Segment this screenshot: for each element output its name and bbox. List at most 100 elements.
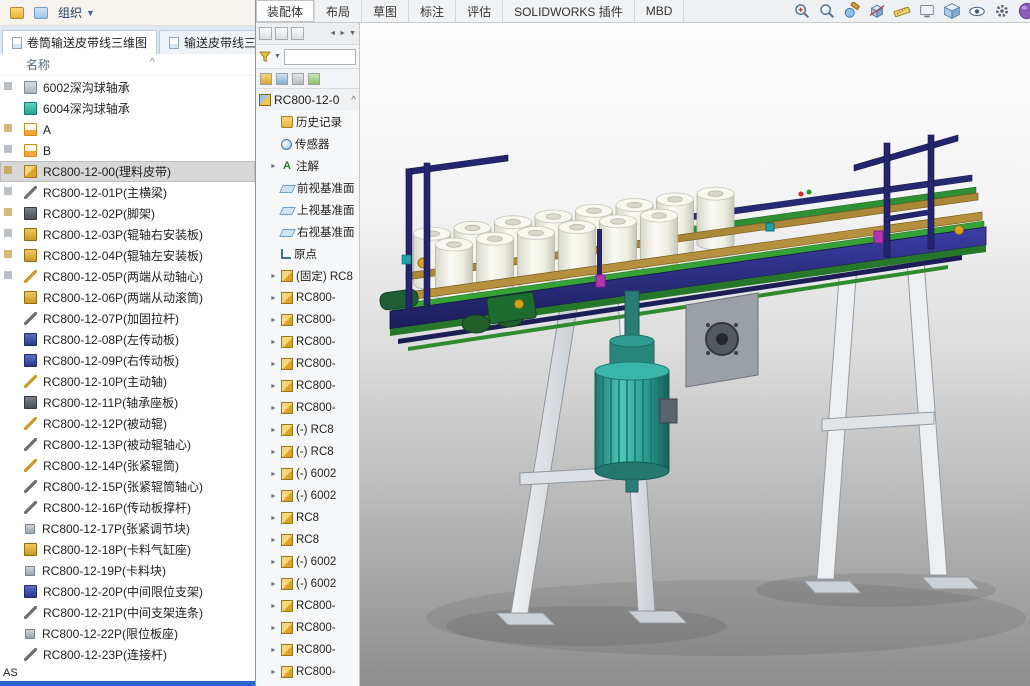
list-item[interactable]: RC800-12-19P(卡料块)	[0, 560, 255, 581]
list-item[interactable]: RC800-12-11P(轴承座板)	[0, 392, 255, 413]
tree-display-icon[interactable]	[275, 27, 288, 40]
list-item[interactable]: RC800-12-00(理料皮带)	[0, 161, 255, 182]
edit-appearance-icon[interactable]	[842, 1, 862, 21]
list-item[interactable]: RC800-12-14P(张紧辊筒)	[0, 455, 255, 476]
model-leg-right[interactable]	[804, 247, 979, 593]
list-item[interactable]: RC800-12-09P(右传动板)	[0, 350, 255, 371]
tree-item[interactable]: 历史记录	[256, 111, 359, 133]
expander-icon[interactable]: ►	[269, 383, 278, 390]
tree-item[interactable]: ►(-) RC8	[256, 441, 359, 463]
tree-item[interactable]: ►RC8	[256, 529, 359, 551]
expander-icon[interactable]: ►	[269, 317, 278, 324]
tree-item[interactable]: ►A注解	[256, 155, 359, 177]
sort-chevron-icon[interactable]: ^	[150, 57, 155, 68]
ribbon-tab-evaluate[interactable]: 评估	[456, 0, 503, 22]
tree-item[interactable]: ►(-) 6002	[256, 463, 359, 485]
list-item[interactable]: RC800-12-21P(中间支架连条)	[0, 602, 255, 623]
list-item[interactable]: RC800-12-13P(被动辊轴心)	[0, 434, 255, 455]
list-item[interactable]: RC800-12-06P(两端从动滚筒)	[0, 287, 255, 308]
ribbon-tab-annotate[interactable]: 标注	[409, 0, 456, 22]
tree-item[interactable]: ►(-) 6002	[256, 551, 359, 573]
tree-item[interactable]: ►RC800-	[256, 287, 359, 309]
collapse-chevron-icon[interactable]: ^	[351, 95, 359, 106]
tree-item[interactable]: 前视基准面	[256, 177, 359, 199]
tree-item[interactable]: ►(-) RC8	[256, 419, 359, 441]
tree-item[interactable]: ►RC800-	[256, 595, 359, 617]
zoom-area-icon[interactable]	[817, 1, 837, 21]
feature-tree-root[interactable]: RC800-12-0 ^	[256, 89, 359, 111]
expander-icon[interactable]: ►	[269, 273, 278, 280]
paper-roll[interactable]	[697, 187, 734, 250]
tree-item[interactable]: 原点	[256, 243, 359, 265]
expander-icon[interactable]: ►	[269, 163, 278, 170]
tree-item[interactable]: ►RC800-	[256, 397, 359, 419]
pane-prev-icon[interactable]: ◄	[329, 30, 336, 37]
expander-icon[interactable]: ►	[269, 471, 278, 478]
expander-icon[interactable]: ►	[269, 581, 278, 588]
list-item[interactable]: RC800-12-10P(主动轴)	[0, 371, 255, 392]
featuremanager-tab-icon[interactable]	[260, 73, 272, 85]
tree-item[interactable]: ►RC800-	[256, 661, 359, 683]
list-item[interactable]: 6004深沟球轴承	[0, 98, 255, 119]
pane-menu-icon[interactable]: ▼	[349, 30, 356, 37]
ribbon-tab-sketch[interactable]: 草图	[362, 0, 409, 22]
list-item[interactable]: RC800-12-02P(脚架)	[0, 203, 255, 224]
expander-icon[interactable]: ►	[269, 405, 278, 412]
list-item[interactable]: RC800-12-18P(卡料气缸座)	[0, 539, 255, 560]
list-item[interactable]: RC800-12-22P(限位板座)	[0, 623, 255, 644]
ribbon-tab-layout[interactable]: 布局	[315, 0, 362, 22]
dimxpertmanager-tab-icon[interactable]	[308, 73, 320, 85]
list-item[interactable]: RC800-12-01P(主横梁)	[0, 182, 255, 203]
tree-item[interactable]: 上视基准面	[256, 199, 359, 221]
tree-item[interactable]: ►RC800-	[256, 639, 359, 661]
pane-next-icon[interactable]: ►	[339, 30, 346, 37]
bearing-hanger-bracket[interactable]	[686, 293, 758, 387]
expander-icon[interactable]: ►	[269, 625, 278, 632]
list-item[interactable]: RC800-12-03P(辊轴右安装板)	[0, 224, 255, 245]
list-item[interactable]: A	[0, 119, 255, 140]
display-pane-icon[interactable]	[259, 27, 272, 40]
view-settings-gear-icon[interactable]	[992, 1, 1012, 21]
list-item[interactable]: RC800-12-20P(中间限位支架)	[0, 581, 255, 602]
tree-item[interactable]: ►(-) 6002	[256, 485, 359, 507]
ribbon-tab-solidworks-addins[interactable]: SOLIDWORKS 插件	[503, 0, 635, 22]
list-item[interactable]: 6002深沟球轴承	[0, 77, 255, 98]
show-hierarchy-icon[interactable]	[291, 27, 304, 40]
expander-icon[interactable]: ►	[269, 427, 278, 434]
expander-icon[interactable]: ►	[269, 537, 278, 544]
tree-item[interactable]: ►RC800-	[256, 353, 359, 375]
list-item[interactable]: RC800-12-16P(传动板撑杆)	[0, 497, 255, 518]
expander-icon[interactable]: ►	[269, 669, 278, 676]
column-header[interactable]: 名称 ^	[0, 54, 255, 76]
list-item[interactable]: RC800-12-23P(连接杆)	[0, 644, 255, 665]
measure-icon[interactable]	[892, 1, 912, 21]
display-settings-icon[interactable]	[917, 1, 937, 21]
list-item[interactable]: RC800-12-12P(被动辊)	[0, 413, 255, 434]
section-view-icon[interactable]	[867, 1, 887, 21]
list-item[interactable]: RC800-12-15P(张紧辊筒轴心)	[0, 476, 255, 497]
tree-item[interactable]: ►(固定) RC8	[256, 265, 359, 287]
tree-item[interactable]: ►(-) 6002	[256, 573, 359, 595]
gear-motor[interactable]	[595, 291, 677, 492]
explorer-tab-2[interactable]: 输送皮带线三维套图	[159, 30, 255, 54]
hide-show-eye-icon[interactable]	[967, 1, 987, 21]
expander-icon[interactable]: ►	[269, 295, 278, 302]
list-item[interactable]: RC800-12-17P(张紧调节块)	[0, 518, 255, 539]
tree-item[interactable]: 传感器	[256, 133, 359, 155]
conveyor-3d-model[interactable]	[256, 23, 1030, 686]
configurationmanager-tab-icon[interactable]	[292, 73, 304, 85]
list-item[interactable]: RC800-12-07P(加固拉杆)	[0, 308, 255, 329]
tree-item[interactable]: ►RC800-	[256, 375, 359, 397]
help-sphere-icon[interactable]	[1017, 1, 1030, 21]
tree-item[interactable]: ►RC800-	[256, 309, 359, 331]
expander-icon[interactable]: ►	[269, 493, 278, 500]
tree-item[interactable]: ►RC800-	[256, 331, 359, 353]
list-item[interactable]: B	[0, 140, 255, 161]
explorer-tab-1[interactable]: 卷筒输送皮带线三维图	[2, 30, 157, 54]
ribbon-tab-assembly[interactable]: 装配体	[256, 0, 315, 22]
expander-icon[interactable]: ►	[269, 603, 278, 610]
expander-icon[interactable]: ►	[269, 559, 278, 566]
propertymanager-tab-icon[interactable]	[276, 73, 288, 85]
tree-item[interactable]: 右视基准面	[256, 221, 359, 243]
filter-funnel-icon[interactable]	[259, 51, 271, 63]
